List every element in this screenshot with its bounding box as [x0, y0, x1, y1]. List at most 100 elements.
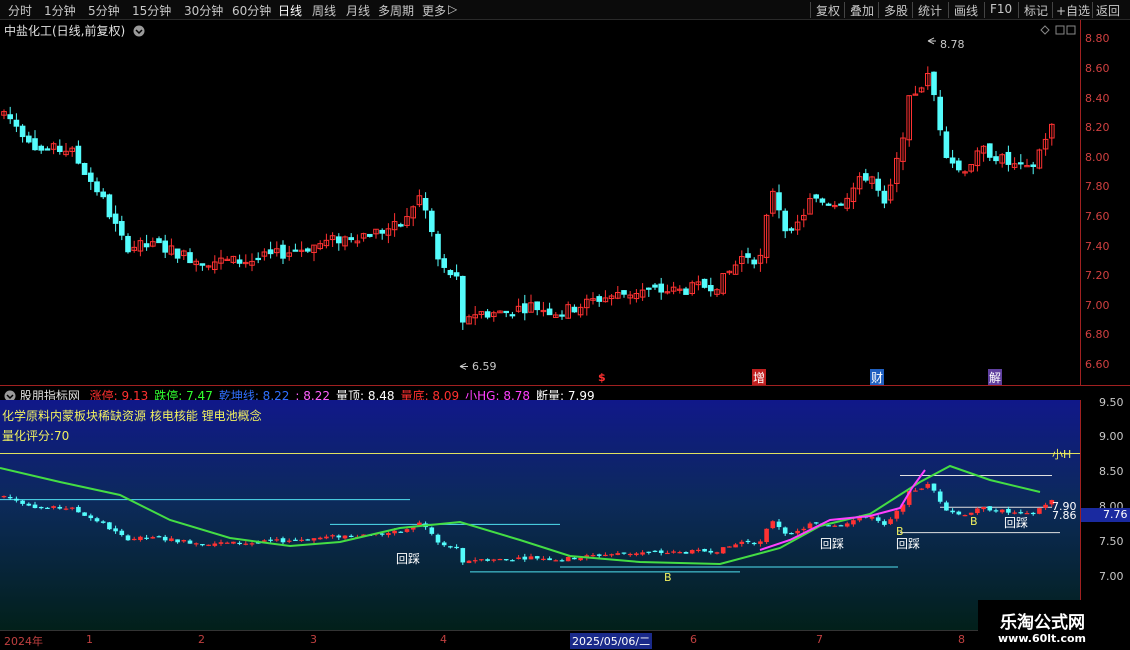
candle: [900, 132, 906, 171]
tab-intraday[interactable]: 分时: [8, 2, 32, 19]
tab-5min[interactable]: 5分钟: [88, 2, 120, 19]
overlay-button[interactable]: 叠加: [850, 2, 874, 19]
candle: [100, 188, 107, 200]
candle: [757, 248, 764, 272]
candle: [658, 277, 665, 300]
candle: [57, 139, 63, 155]
indicator-chart[interactable]: [0, 400, 1080, 630]
multi-stock-button[interactable]: 多股: [884, 2, 908, 19]
stats-button[interactable]: 统计: [918, 2, 942, 19]
adjust-button[interactable]: 复权: [816, 2, 840, 19]
candle: [168, 238, 175, 256]
draw-line-button[interactable]: 画线: [954, 2, 978, 19]
candle: [937, 89, 944, 136]
ind-tick: 9.00: [1099, 430, 1124, 443]
candle: [13, 113, 20, 133]
date-label: 3: [310, 633, 317, 646]
candle: [336, 233, 342, 251]
tab-30min[interactable]: 30分钟: [184, 2, 223, 19]
event-marker[interactable]: 增: [752, 369, 767, 386]
candle: [894, 152, 900, 193]
candle: [987, 143, 993, 162]
candle: [838, 202, 844, 206]
price-tick: 8.80: [1085, 32, 1110, 45]
candle: [974, 147, 981, 172]
candle: [683, 286, 689, 295]
tab-daily[interactable]: 日线: [278, 2, 302, 19]
candle: [956, 157, 962, 173]
candle: [199, 263, 206, 271]
event-marker[interactable]: 解: [988, 369, 1003, 386]
buy-signal: B: [664, 571, 672, 584]
candle: [869, 175, 875, 190]
high-price-label: 8.78: [940, 38, 965, 51]
candle: [143, 234, 150, 251]
candle: [7, 106, 13, 124]
candle: [398, 222, 404, 228]
event-marker[interactable]: $: [598, 371, 606, 384]
candle: [435, 230, 441, 267]
event-marker[interactable]: 财: [870, 369, 885, 386]
candle: [19, 124, 26, 143]
candlestick-chart[interactable]: [0, 20, 1080, 385]
price-tick: 7.20: [1085, 269, 1110, 282]
candle: [119, 215, 125, 241]
candle: [646, 287, 652, 297]
watermark-title: 乐淘公式网: [1000, 613, 1085, 633]
candle: [261, 248, 268, 261]
date-label: 1: [86, 633, 93, 646]
indicator-candle: [107, 521, 112, 530]
candle: [708, 277, 714, 297]
candle: [410, 205, 416, 227]
candle: [912, 85, 919, 96]
price-tick: 7.80: [1085, 180, 1110, 193]
candle: [280, 240, 286, 264]
candle: [695, 275, 702, 291]
candle: [491, 310, 497, 322]
candle: [602, 290, 609, 303]
candle: [739, 250, 745, 272]
low-pointer: [459, 363, 468, 370]
back-button[interactable]: 返回: [1096, 2, 1120, 19]
tab-weekly[interactable]: 周线: [312, 2, 336, 19]
tab-multi-period[interactable]: 多周期: [378, 2, 414, 19]
candle: [69, 146, 76, 157]
candle: [460, 275, 466, 330]
tab-1min[interactable]: 1分钟: [44, 2, 76, 19]
price-axis: 8.80 8.60 8.40 8.20 8.00 7.80 7.60 7.40 …: [1080, 20, 1130, 385]
date-label: 2024年: [4, 635, 43, 648]
tab-15min[interactable]: 15分钟: [132, 2, 171, 19]
candle: [26, 131, 32, 144]
candle: [807, 193, 813, 215]
tab-more[interactable]: 更多: [422, 2, 446, 19]
candle: [367, 233, 373, 238]
divider: [1052, 2, 1053, 18]
more-arrow-icon[interactable]: ▷: [448, 2, 457, 16]
candle: [187, 248, 193, 264]
candle: [559, 310, 565, 320]
candle: [844, 193, 851, 212]
candle: [875, 172, 882, 197]
candle: [745, 247, 751, 264]
price-tick: 8.20: [1085, 121, 1110, 134]
indicator-candle: [1037, 507, 1042, 515]
candle: [577, 303, 584, 318]
tab-60min[interactable]: 60分钟: [232, 2, 271, 19]
price-tick: 7.60: [1085, 210, 1110, 223]
date-label-selected[interactable]: 2025/05/06/二: [570, 633, 653, 649]
add-watchlist-button[interactable]: +自选: [1056, 2, 1090, 19]
candle: [689, 280, 696, 296]
candle: [571, 304, 578, 313]
f10-button[interactable]: F10: [990, 2, 1012, 16]
candle: [670, 281, 677, 295]
candle: [633, 289, 640, 303]
candle: [596, 294, 603, 307]
date-label: 4: [440, 633, 447, 646]
mark-button[interactable]: 标记: [1024, 2, 1048, 19]
candle: [1, 109, 7, 120]
price-tick: 7.40: [1085, 240, 1110, 253]
date-label: 8: [958, 633, 965, 646]
price-tick: 6.80: [1085, 328, 1110, 341]
tab-monthly[interactable]: 月线: [346, 2, 370, 19]
candle: [968, 164, 975, 174]
